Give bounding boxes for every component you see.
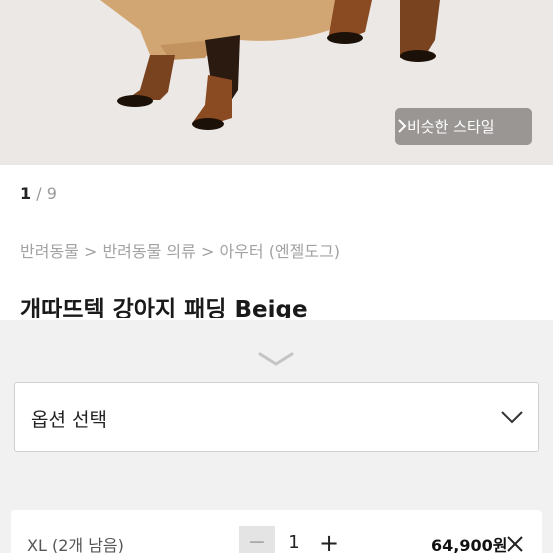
option-price: 64,900원 bbox=[431, 536, 508, 553]
option-name: XL (2개 남음) bbox=[27, 536, 124, 553]
product-image[interactable]: 비슷한 스타일 bbox=[0, 0, 553, 165]
quantity-decrease-button[interactable]: − bbox=[239, 526, 275, 553]
pager-separator: / bbox=[31, 184, 47, 203]
breadcrumb[interactable]: 반려동물 > 반려동물 의류 > 아우터 (엔젤도그) bbox=[20, 238, 340, 262]
option-select-label: 옵션 선택 bbox=[31, 409, 107, 431]
image-pager: 1 / 9 bbox=[20, 184, 57, 203]
close-icon[interactable] bbox=[505, 534, 525, 553]
pager-current: 1 bbox=[20, 184, 32, 203]
quantity-value[interactable]: 1 bbox=[279, 526, 309, 553]
chevron-down-icon bbox=[501, 411, 523, 424]
similar-style-label: 비슷한 스타일 bbox=[407, 118, 495, 136]
chevron-right-icon bbox=[398, 119, 407, 133]
similar-style-button[interactable]: 비슷한 스타일 bbox=[395, 108, 532, 145]
quantity-stepper: − 1 + bbox=[239, 526, 349, 553]
option-select[interactable]: 옵션 선택 bbox=[14, 382, 539, 452]
quantity-increase-button[interactable]: + bbox=[311, 526, 347, 553]
sheet-collapse-icon[interactable] bbox=[258, 350, 294, 368]
pager-total: 9 bbox=[46, 184, 57, 203]
selected-option-item: XL (2개 남음) − 1 + 64,900원 bbox=[11, 510, 542, 553]
